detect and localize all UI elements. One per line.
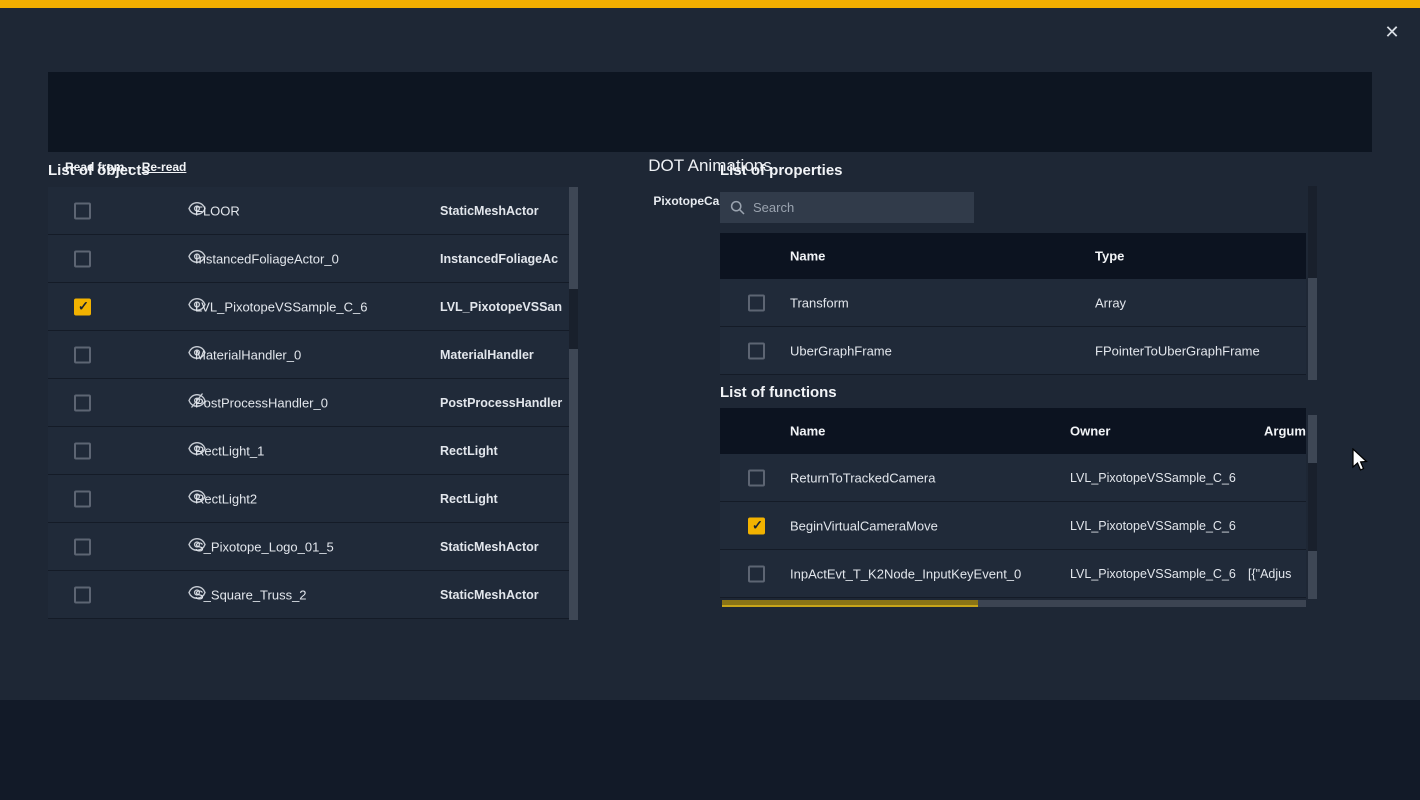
- col-name: Name: [790, 249, 825, 264]
- function-name: InpActEvt_T_K2Node_InputKeyEvent_0: [790, 566, 1021, 581]
- row-checkbox[interactable]: [74, 250, 91, 267]
- function-name: ReturnToTrackedCamera: [790, 470, 935, 485]
- object-row[interactable]: FLOOR StaticMeshActor: [48, 187, 569, 235]
- col-name: Name: [790, 424, 825, 439]
- object-row[interactable]: RectLight_1 RectLight: [48, 427, 569, 475]
- property-name: Transform: [790, 295, 849, 310]
- col-owner: Owner: [1070, 424, 1110, 439]
- col-arguments: Arguments: [1264, 424, 1306, 439]
- close-icon[interactable]: ✕: [1380, 20, 1404, 44]
- object-row[interactable]: InstancedFoliageActor_0 InstancedFoliage…: [48, 235, 569, 283]
- row-checkbox[interactable]: [74, 394, 91, 411]
- objects-scrollbar-thumb[interactable]: [569, 289, 578, 349]
- object-type: RectLight: [440, 444, 498, 458]
- function-row[interactable]: InpActEvt_T_K2Node_InputKeyEvent_0 LVL_P…: [720, 550, 1306, 598]
- object-type: InstancedFoliageAc: [440, 252, 558, 266]
- object-row[interactable]: S_Square_Truss_2 StaticMeshActor: [48, 571, 569, 619]
- object-name: PostProcessHandler_0: [195, 395, 328, 410]
- property-type: FPointerToUberGraphFrame: [1095, 343, 1260, 358]
- search-icon: [730, 200, 745, 215]
- object-type: StaticMeshActor: [440, 588, 539, 602]
- object-row[interactable]: LVL_PixotopeVSSample_C_6 LVL_PixotopeVSS…: [48, 283, 569, 331]
- function-owner: LVL_PixotopeVSSample_C_6: [1070, 519, 1236, 533]
- object-row[interactable]: PostProcessHandler_0 PostProcessHandler: [48, 379, 569, 427]
- row-checkbox[interactable]: [748, 565, 765, 582]
- row-checkbox[interactable]: [74, 202, 91, 219]
- objects-scrollbar[interactable]: [569, 187, 578, 620]
- object-name: RectLight2: [195, 491, 257, 506]
- object-name: InstancedFoliageActor_0: [195, 251, 339, 266]
- objects-table: FLOOR StaticMeshActor InstancedFoliageAc…: [48, 187, 578, 620]
- property-name: UberGraphFrame: [790, 343, 892, 358]
- row-checkbox[interactable]: [748, 294, 765, 311]
- functions-horizontal-scrollbar-thumb[interactable]: [722, 600, 978, 607]
- functions-heading: List of functions: [720, 384, 837, 401]
- row-checkbox[interactable]: [74, 538, 91, 555]
- dialog-header: Read from -Re-read TJCGWS010▼ DOT Animat…: [48, 72, 1372, 152]
- properties-search[interactable]: [720, 192, 974, 223]
- properties-scrollbar-thumb[interactable]: [1308, 186, 1317, 278]
- function-owner: LVL_PixotopeVSSample_C_6: [1070, 471, 1236, 485]
- mouse-cursor: [1352, 448, 1369, 477]
- object-type: MaterialHandler: [440, 348, 534, 362]
- object-name: S_Square_Truss_2: [195, 587, 307, 602]
- object-name: RectLight_1: [195, 443, 264, 458]
- object-type: StaticMeshActor: [440, 204, 539, 218]
- object-name: MaterialHandler_0: [195, 347, 301, 362]
- object-name: S_Pixotope_Logo_01_5: [195, 539, 334, 554]
- properties-table: Name Type Transform Array UberGraphFrame…: [720, 233, 1306, 375]
- object-type: LVL_PixotopeVSSan: [440, 300, 562, 314]
- row-checkbox[interactable]: [748, 342, 765, 359]
- top-accent-bar: [0, 0, 1420, 8]
- functions-scrollbar-thumb[interactable]: [1308, 463, 1317, 551]
- properties-heading: List of properties: [720, 162, 843, 179]
- object-row[interactable]: S_Pixotope_Logo_01_5 StaticMeshActor: [48, 523, 569, 571]
- functions-horizontal-scrollbar[interactable]: [722, 600, 1306, 607]
- search-input[interactable]: [753, 200, 953, 215]
- function-arguments: [{"Adjus: [1248, 567, 1291, 581]
- objects-heading: List of objects: [48, 162, 150, 179]
- function-row[interactable]: ReturnToTrackedCamera LVL_PixotopeVSSamp…: [720, 454, 1306, 502]
- object-name: LVL_PixotopeVSSample_C_6: [195, 299, 368, 314]
- functions-table-header: Name Owner Arguments: [720, 408, 1306, 454]
- row-checkbox[interactable]: [748, 469, 765, 486]
- functions-rows: ReturnToTrackedCamera LVL_PixotopeVSSamp…: [720, 454, 1306, 598]
- functions-table: Name Owner Arguments ReturnToTrackedCame…: [720, 408, 1306, 598]
- row-checkbox[interactable]: [74, 442, 91, 459]
- object-type: PostProcessHandler: [440, 396, 562, 410]
- property-row[interactable]: Transform Array: [720, 279, 1306, 327]
- object-row[interactable]: MaterialHandler_0 MaterialHandler: [48, 331, 569, 379]
- object-type: StaticMeshActor: [440, 540, 539, 554]
- object-name: FLOOR: [195, 203, 240, 218]
- properties-rows: Transform Array UberGraphFrame FPointerT…: [720, 279, 1306, 375]
- row-checkbox[interactable]: [74, 490, 91, 507]
- function-row[interactable]: BeginVirtualCameraMove LVL_PixotopeVSSam…: [720, 502, 1306, 550]
- functions-scrollbar[interactable]: [1308, 415, 1317, 599]
- row-checkbox[interactable]: [74, 298, 91, 315]
- col-type: Type: [1095, 249, 1124, 264]
- row-checkbox[interactable]: [74, 346, 91, 363]
- function-name: BeginVirtualCameraMove: [790, 518, 938, 533]
- dialog-title: DOT Animations: [48, 156, 1372, 176]
- property-row[interactable]: UberGraphFrame FPointerToUberGraphFrame: [720, 327, 1306, 375]
- properties-scrollbar[interactable]: [1308, 186, 1317, 380]
- property-type: Array: [1095, 295, 1126, 310]
- row-checkbox[interactable]: [74, 586, 91, 603]
- row-checkbox[interactable]: [748, 517, 765, 534]
- object-type: RectLight: [440, 492, 498, 506]
- dialog-footer: Cancel Select: [0, 700, 1420, 800]
- objects-rows: FLOOR StaticMeshActor InstancedFoliageAc…: [48, 187, 569, 619]
- object-row[interactable]: RectLight2 RectLight: [48, 475, 569, 523]
- function-owner: LVL_PixotopeVSSample_C_6: [1070, 567, 1236, 581]
- properties-table-header: Name Type: [720, 233, 1306, 279]
